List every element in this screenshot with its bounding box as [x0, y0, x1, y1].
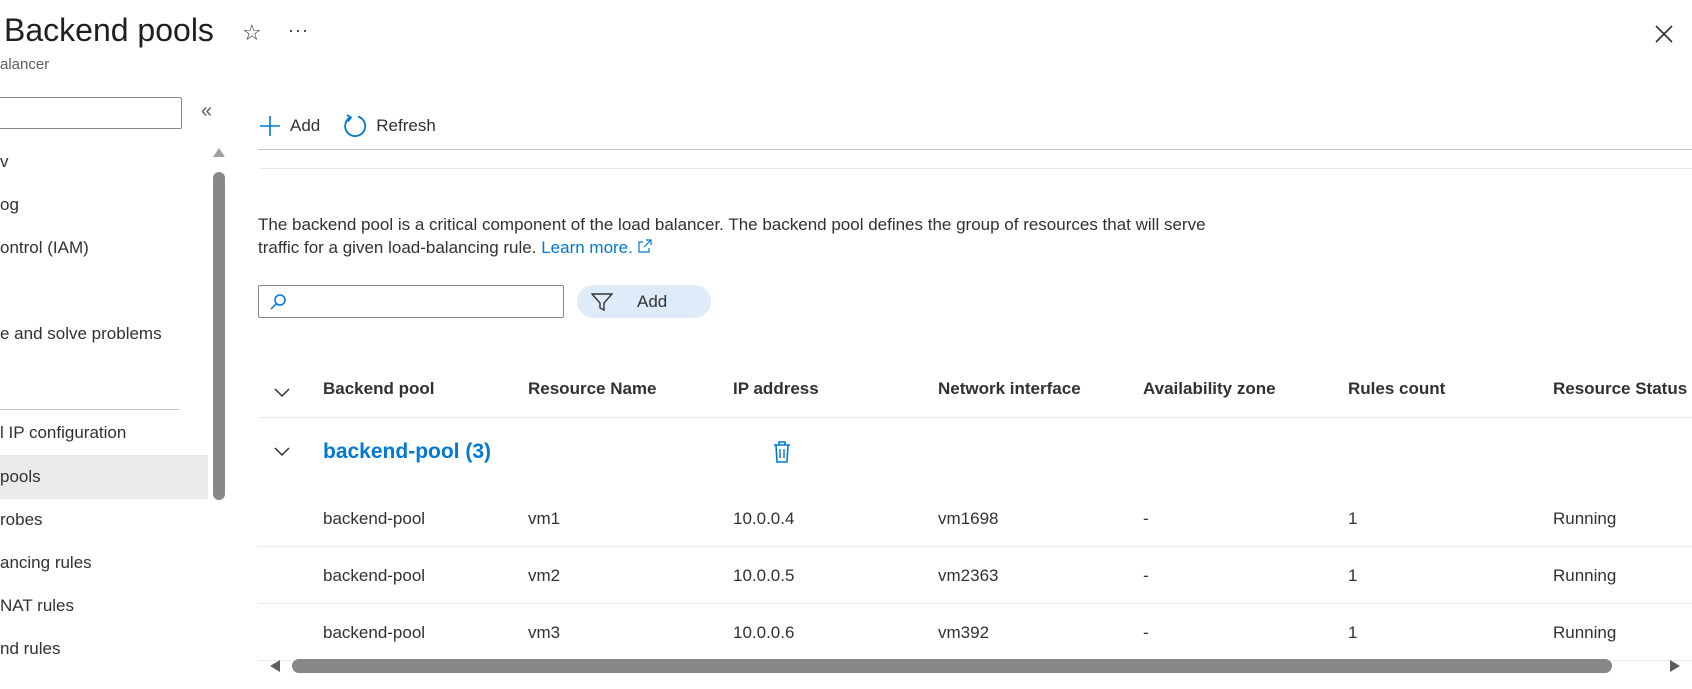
- sidebar-item-label: pools: [0, 467, 41, 486]
- toolbar-divider: [258, 149, 1692, 150]
- sidebar-item-label: NAT rules: [0, 596, 75, 615]
- grid-horizontal-scrollbar[interactable]: [258, 655, 1692, 677]
- scroll-left-arrow-icon[interactable]: [270, 660, 280, 672]
- collapse-all-chevron-icon[interactable]: [273, 387, 291, 399]
- sidebar-search-input[interactable]: [0, 97, 182, 129]
- close-icon[interactable]: [1650, 20, 1678, 48]
- cell-network-interface: vm392: [938, 623, 990, 642]
- group-header-row: backend-pool (3): [258, 418, 1692, 486]
- page-title: Backend pools: [4, 12, 214, 48]
- sidebar-item-overview[interactable]: v: [0, 140, 208, 184]
- sidebar-item-frontend-ip[interactable]: l IP configuration: [0, 411, 208, 455]
- sidebar-item-outbound-rules[interactable]: nd rules: [0, 627, 208, 671]
- cell-ip-address: 10.0.0.6: [733, 623, 795, 642]
- external-link-icon: [638, 239, 652, 253]
- table-row[interactable]: backend-pool vm3 10.0.0.6 vm392 - 1 Runn…: [258, 604, 1692, 661]
- grid-header-row: Backend pool Resource Name IP address Ne…: [258, 365, 1692, 418]
- cell-backend-pool: backend-pool: [323, 623, 426, 642]
- cell-availability-zone: -: [1143, 566, 1149, 585]
- cell-ip-address: 10.0.0.5: [733, 566, 795, 585]
- learn-more-label: Learn more.: [541, 238, 633, 257]
- table-row[interactable]: backend-pool vm1 10.0.0.4 vm1698 - 1 Run…: [258, 490, 1692, 547]
- favorite-star-icon[interactable]: ☆: [242, 20, 268, 46]
- description-text: The backend pool is a critical component…: [258, 213, 1218, 259]
- cell-availability-zone: -: [1143, 509, 1149, 528]
- add-button[interactable]: Add: [258, 114, 320, 138]
- sidebar-item-load-balancing-rules[interactable]: ancing rules: [0, 541, 208, 585]
- cell-network-interface: vm2363: [938, 566, 999, 585]
- horizontal-scrollbar-thumb[interactable]: [292, 659, 1612, 673]
- scroll-up-arrow-icon[interactable]: [213, 148, 225, 157]
- scroll-right-arrow-icon[interactable]: [1670, 660, 1680, 672]
- filter-icon: [591, 292, 613, 311]
- sidebar-item-label: ontrol (IAM): [0, 238, 89, 257]
- grid-search-field[interactable]: [258, 285, 564, 318]
- column-header-resource-status[interactable]: Resource Status: [1553, 379, 1687, 399]
- group-collapse-chevron-icon[interactable]: [273, 446, 291, 458]
- cell-backend-pool: backend-pool: [323, 509, 426, 528]
- delete-trash-icon[interactable]: [772, 440, 792, 464]
- sidebar-item-label: ancing rules: [0, 553, 92, 572]
- cell-availability-zone: -: [1143, 623, 1149, 642]
- cell-resource-status: Running: [1553, 509, 1617, 528]
- sidebar-item-label: l IP configuration: [0, 423, 127, 442]
- sidebar-item-inbound-nat-rules[interactable]: NAT rules: [0, 584, 208, 628]
- plus-icon: [260, 116, 280, 136]
- collapse-sidebar-icon[interactable]: «: [201, 100, 212, 123]
- column-header-backend-pool[interactable]: Backend pool: [323, 379, 434, 399]
- cell-resource-name: vm1: [528, 509, 561, 528]
- column-header-ip-address[interactable]: IP address: [733, 379, 819, 399]
- grid-search-input[interactable]: [295, 293, 555, 310]
- cell-rules-count: 1: [1348, 566, 1358, 585]
- column-header-resource-name[interactable]: Resource Name: [528, 379, 657, 399]
- refresh-icon: [344, 114, 367, 137]
- cell-rules-count: 1: [1348, 623, 1358, 642]
- table-row[interactable]: backend-pool vm2 10.0.0.5 vm2363 - 1 Run…: [258, 547, 1692, 604]
- cell-rules-count: 1: [1348, 509, 1358, 528]
- refresh-button-label: Refresh: [376, 116, 436, 135]
- page-subtitle: alancer: [0, 56, 50, 73]
- command-bar: Add Refresh: [258, 108, 458, 144]
- add-button-label: Add: [290, 116, 321, 135]
- content-divider: [258, 168, 1692, 169]
- add-filter-button[interactable]: Add: [577, 285, 711, 318]
- cell-ip-address: 10.0.0.4: [733, 509, 795, 528]
- description-body: The backend pool is a critical component…: [258, 215, 1206, 257]
- more-options-icon[interactable]: ···: [288, 20, 309, 41]
- sidebar-item-label: v: [0, 152, 9, 171]
- sidebar-item-label: nd rules: [0, 639, 61, 658]
- cell-resource-name: vm2: [528, 566, 561, 585]
- cell-resource-status: Running: [1553, 623, 1617, 642]
- sidebar-item-label: og: [0, 195, 19, 214]
- sidebar-item-activity-log[interactable]: og: [0, 183, 208, 227]
- column-header-rules-count[interactable]: Rules count: [1348, 379, 1445, 399]
- refresh-button[interactable]: Refresh: [342, 113, 436, 139]
- group-title-link[interactable]: backend-pool (3): [323, 440, 491, 464]
- sidebar-item-label: robes: [0, 510, 43, 529]
- column-header-network-interface[interactable]: Network interface: [938, 379, 1081, 399]
- sidebar-item-backend-pools[interactable]: pools: [0, 455, 208, 499]
- cell-network-interface: vm1698: [938, 509, 999, 528]
- sidebar-item-health-probes[interactable]: robes: [0, 498, 208, 542]
- sidebar-divider: [0, 409, 180, 410]
- cell-resource-name: vm3: [528, 623, 561, 642]
- column-header-availability-zone[interactable]: Availability zone: [1143, 379, 1276, 399]
- sidebar-item-access-control[interactable]: ontrol (IAM): [0, 226, 208, 270]
- sidebar-scrollbar-thumb[interactable]: [213, 172, 225, 500]
- sidebar-item-label: e and solve problems: [0, 324, 162, 343]
- learn-more-link[interactable]: Learn more.: [541, 238, 652, 257]
- sidebar-item-diagnose[interactable]: e and solve problems: [0, 312, 208, 356]
- add-filter-label: Add: [637, 291, 668, 311]
- search-icon: [270, 293, 286, 310]
- cell-backend-pool: backend-pool: [323, 566, 426, 585]
- cell-resource-status: Running: [1553, 566, 1617, 585]
